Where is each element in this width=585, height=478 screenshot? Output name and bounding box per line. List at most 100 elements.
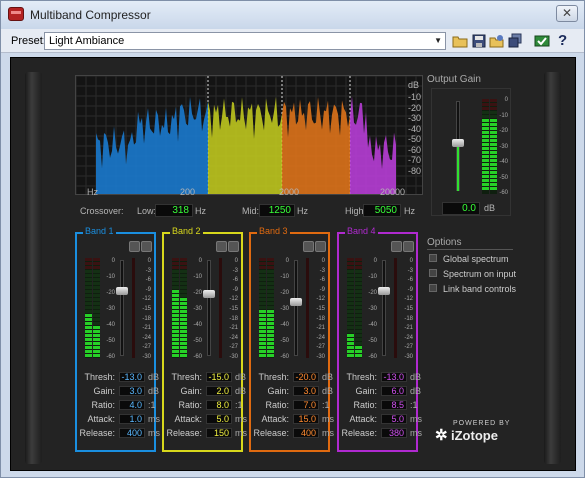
meter-segment (85, 322, 92, 325)
param-attack-field[interactable]: 15.0 (293, 414, 319, 424)
save-as-icon[interactable] (489, 33, 505, 49)
meter-segment (85, 282, 92, 285)
meter-segment (259, 302, 266, 305)
spectrum-hz-unit: Hz (87, 187, 98, 197)
param-thresh-field[interactable]: -20.0 (293, 372, 319, 382)
band-threshold-knob[interactable] (378, 286, 390, 295)
fader-scale-label: -10 (368, 274, 377, 280)
open-folder-icon[interactable] (452, 33, 468, 49)
band-scale-label: -18 (142, 315, 151, 322)
band-scale-label: -21 (404, 325, 413, 332)
band-solo-button[interactable] (391, 241, 402, 252)
param-release-field[interactable]: 400 (293, 428, 319, 438)
meter-segment (180, 274, 187, 277)
preset-dropdown[interactable]: Light Ambiance ▼ (44, 32, 446, 50)
meter-segment (482, 143, 489, 146)
param-ratio-unit: :1 (322, 400, 330, 410)
band-bypass-button[interactable] (228, 241, 239, 252)
output-gain-section: 0 -10 -20 -30 -40 -50 -60 0.0 dB (431, 88, 511, 216)
meter-segment (85, 350, 92, 353)
band-bypass-button[interactable] (315, 241, 326, 252)
band-input-meter (267, 258, 274, 358)
meter-segment (355, 290, 362, 293)
meter-segment (355, 354, 362, 357)
meter-segment (93, 318, 100, 321)
band-threshold-knob[interactable] (290, 298, 302, 306)
close-button[interactable]: ✕ (556, 5, 578, 22)
band-scale-label: -18 (229, 315, 238, 322)
meter-segment (93, 266, 100, 269)
band-bypass-button[interactable] (141, 241, 152, 252)
meter-segment (180, 306, 187, 309)
meter-segment (85, 330, 92, 333)
param-thresh-field[interactable]: -13.0 (381, 372, 407, 382)
param-attack-field[interactable]: 1.0 (119, 414, 145, 424)
band-bypass-button[interactable] (403, 241, 414, 252)
meter-segment (347, 262, 354, 265)
crossover-low-field[interactable]: 318 (155, 204, 193, 217)
band-scale-label: -21 (316, 325, 325, 332)
param-gain-field[interactable]: 3.0 (119, 386, 145, 396)
meter-segment (347, 306, 354, 309)
param-ratio-field[interactable]: 7.0 (293, 400, 319, 410)
param-attack-field[interactable]: 5.0 (206, 414, 232, 424)
meter-segment (347, 334, 354, 337)
meter-segment (172, 310, 179, 313)
param-thresh-label: Thresh: (346, 372, 377, 382)
band-solo-button[interactable] (129, 241, 140, 252)
meter-segment (267, 326, 274, 329)
band-scale-label: -30 (229, 354, 238, 360)
chevron-down-icon: ▼ (434, 36, 442, 45)
param-gain-field[interactable]: 3.0 (293, 386, 319, 396)
meter-segment (347, 322, 354, 325)
spectrum-on-input-checkbox[interactable] (429, 269, 437, 277)
band-scale-label: -24 (229, 334, 238, 341)
crossover-mid-field[interactable]: 1250 (259, 204, 295, 217)
band-scale-label: 0 (234, 258, 238, 264)
meter-segment (259, 350, 266, 353)
meter-segment (93, 346, 100, 349)
param-ratio-field[interactable]: 8.0 (206, 400, 232, 410)
param-release-field[interactable]: 380 (381, 428, 407, 438)
band-threshold-knob[interactable] (203, 290, 215, 298)
meter-segment (490, 123, 497, 126)
band-threshold-fader[interactable] (294, 260, 298, 356)
band-threshold-knob[interactable] (116, 286, 128, 295)
meter-segment (482, 135, 489, 138)
band-solo-button[interactable] (216, 241, 227, 252)
param-ratio-field[interactable]: 8.5 (381, 400, 407, 410)
crossover-high-field[interactable]: 5050 (363, 204, 401, 217)
meter-segment (172, 262, 179, 265)
meter-segment (267, 294, 274, 297)
output-gain-field[interactable]: 0.0 (442, 202, 480, 215)
global-spectrum-checkbox[interactable] (429, 254, 437, 262)
output-gain-fader-knob[interactable] (452, 139, 464, 147)
copy-icon[interactable] (507, 33, 523, 49)
param-release-field[interactable]: 150 (206, 428, 232, 438)
param-release-field[interactable]: 400 (119, 428, 145, 438)
meter-segment (172, 342, 179, 345)
meter-segment (355, 286, 362, 289)
band-threshold-fader[interactable] (382, 260, 386, 356)
param-gain-field[interactable]: 6.0 (381, 386, 407, 396)
apply-icon[interactable] (534, 33, 550, 49)
meter-segment (347, 350, 354, 353)
param-thresh-field[interactable]: -13.0 (119, 372, 145, 382)
save-icon[interactable] (471, 33, 487, 49)
param-gain-label: Gain: (180, 386, 202, 396)
band-scale-label: -6 (407, 277, 413, 284)
meter-segment (490, 119, 497, 122)
band-threshold-fader[interactable] (207, 260, 211, 356)
meter-segment (347, 282, 354, 285)
spectrum-display (75, 75, 423, 195)
param-ratio-field[interactable]: 4.0 (119, 400, 145, 410)
band-scale-label: -12 (316, 296, 325, 303)
param-gain-field[interactable]: 2.0 (206, 386, 232, 396)
spectrum-db-label: -60 (408, 144, 422, 155)
param-attack-field[interactable]: 5.0 (381, 414, 407, 424)
link-band-controls-checkbox[interactable] (429, 284, 437, 292)
help-icon[interactable]: ? (558, 32, 574, 49)
band-solo-button[interactable] (303, 241, 314, 252)
band-threshold-fader[interactable] (120, 260, 124, 356)
param-thresh-field[interactable]: -15.0 (206, 372, 232, 382)
